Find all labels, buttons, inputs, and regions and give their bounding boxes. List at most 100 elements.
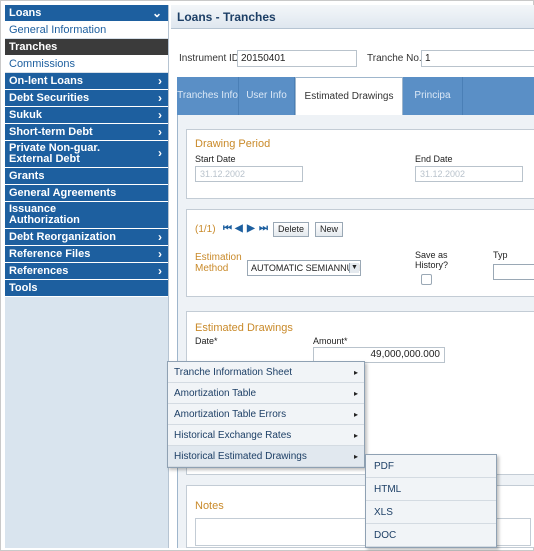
- notes-title: Notes: [195, 500, 224, 512]
- delete-button[interactable]: Delete: [273, 222, 310, 237]
- chevron-right-icon: ›: [158, 91, 162, 105]
- app-frame: Loans ⌄ General Information Tranches Comm…: [0, 0, 534, 551]
- export-doc[interactable]: DOC: [366, 524, 496, 547]
- chevron-right-icon: ›: [158, 108, 162, 122]
- instrument-id-label: Instrument ID: [179, 53, 240, 64]
- sidebar-item-short-term-debt[interactable]: Short-term Debt ›: [5, 124, 168, 141]
- prev-page-icon[interactable]: ◀: [235, 223, 243, 234]
- menu-item-historical-estimated-drawings[interactable]: Historical Estimated Drawings ▸: [168, 446, 364, 467]
- sidebar-item-label: Tranches: [9, 41, 58, 53]
- new-button[interactable]: New: [315, 222, 344, 237]
- sidebar-item-label: Issuance Authorization: [9, 203, 80, 226]
- sidebar-item-label: On-lent Loans: [9, 75, 83, 87]
- estimated-drawings-title: Estimated Drawings: [195, 322, 293, 334]
- menu-item-label: Historical Estimated Drawings: [174, 451, 307, 462]
- menu-item-historical-exchange-rates[interactable]: Historical Exchange Rates ▸: [168, 425, 364, 446]
- sidebar-item-label: Commissions: [9, 58, 76, 70]
- export-html[interactable]: HTML: [366, 478, 496, 501]
- instrument-id-field[interactable]: 20150401: [237, 50, 357, 67]
- amount-column-header: Amount*: [313, 336, 348, 346]
- sidebar-item-commissions[interactable]: Commissions: [5, 56, 168, 73]
- export-xls[interactable]: XLS: [366, 501, 496, 524]
- drawing-period-title: Drawing Period: [195, 138, 271, 150]
- tranche-no-field[interactable]: 1: [421, 50, 534, 67]
- sidebar-item-grants[interactable]: Grants: [5, 168, 168, 185]
- sidebar-item-label: General Agreements: [9, 187, 117, 199]
- start-date-label: Start Date: [195, 154, 236, 164]
- sidebar-item-label: Loans: [9, 7, 42, 19]
- sidebar-item-label: Debt Securities: [9, 92, 90, 104]
- menu-item-tranche-information-sheet[interactable]: Tranche Information Sheet ▸: [168, 362, 364, 383]
- chevron-right-icon: ›: [158, 247, 162, 261]
- chevron-right-icon: ›: [158, 125, 162, 139]
- date-column-header: Date*: [195, 336, 218, 346]
- sidebar-item-label: Reference Files: [9, 248, 91, 260]
- sidebar-item-private-non-guar[interactable]: Private Non-guar. External Debt ›: [5, 141, 168, 168]
- chevron-right-icon: ›: [158, 264, 162, 278]
- tab-estimated-drawings[interactable]: Estimated Drawings: [295, 77, 403, 115]
- sidebar-item-label: Debt Reorganization: [9, 231, 116, 243]
- menu-item-label: Amortization Table: [174, 388, 257, 399]
- tab-bar: Tranches Info User Info Estimated Drawin…: [177, 77, 534, 115]
- sidebar-item-debt-securities[interactable]: Debt Securities ›: [5, 90, 168, 107]
- sidebar-item-debt-reorganization[interactable]: Debt Reorganization ›: [5, 229, 168, 246]
- last-page-icon[interactable]: ⏭: [259, 223, 268, 234]
- sidebar-item-general-agreements[interactable]: General Agreements: [5, 185, 168, 202]
- menu-item-amortization-table-errors[interactable]: Amortization Table Errors ▸: [168, 404, 364, 425]
- tools-menu: Tranche Information Sheet ▸ Amortization …: [167, 361, 365, 468]
- sidebar-item-loans[interactable]: Loans ⌄: [5, 5, 168, 22]
- save-as-history-checkbox[interactable]: [421, 274, 432, 285]
- sidebar-item-label: Private Non-guar. External Debt: [9, 142, 101, 165]
- chevron-right-icon: ›: [158, 230, 162, 244]
- sidebar-item-sukuk[interactable]: Sukuk ›: [5, 107, 168, 124]
- submenu-arrow-icon: ▸: [353, 410, 358, 419]
- estimation-method-value: AUTOMATIC SEMIANNUAL: [251, 263, 361, 273]
- chevron-down-icon: ⌄: [151, 6, 162, 20]
- tab-principal[interactable]: Principa: [403, 77, 463, 115]
- sidebar-item-label: Tools: [9, 282, 38, 294]
- chevron-right-icon: ›: [158, 74, 162, 88]
- sidebar-item-general-information[interactable]: General Information: [5, 22, 168, 39]
- sidebar-item-label: Grants: [9, 170, 45, 182]
- sidebar-item-reference-files[interactable]: Reference Files ›: [5, 246, 168, 263]
- type-label: Typ: [493, 250, 508, 260]
- menu-item-label: Historical Exchange Rates: [174, 430, 292, 441]
- estimation-section: (1/1) ⏮ ◀ ▶ ⏭ Delete New Estimation Meth…: [186, 209, 534, 297]
- page-title: Loans - Tranches: [171, 5, 534, 29]
- submenu-arrow-icon: ▸: [353, 452, 358, 461]
- sidebar-item-on-lent-loans[interactable]: On-lent Loans ›: [5, 73, 168, 90]
- export-submenu: PDF HTML XLS DOC: [365, 454, 497, 548]
- end-date-label: End Date: [415, 154, 453, 164]
- sidebar: Loans ⌄ General Information Tranches Comm…: [5, 5, 169, 548]
- menu-item-label: Tranche Information Sheet: [174, 367, 293, 378]
- sidebar-item-tranches[interactable]: Tranches: [5, 39, 168, 56]
- sidebar-item-label: General Information: [9, 24, 107, 36]
- type-select[interactable]: [493, 264, 534, 280]
- drawing-period-section: Drawing Period Start Date 31.12.2002 End…: [186, 129, 534, 199]
- tab-tranches-info[interactable]: Tranches Info: [177, 77, 239, 115]
- pager-text: (1/1): [195, 224, 216, 235]
- end-date-field[interactable]: 31.12.2002: [415, 166, 523, 182]
- sidebar-item-issuance-authorization[interactable]: Issuance Authorization: [5, 202, 168, 229]
- menu-item-label: Amortization Table Errors: [174, 409, 287, 420]
- export-pdf[interactable]: PDF: [366, 455, 496, 478]
- chevron-right-icon: ›: [158, 146, 162, 160]
- start-date-field[interactable]: 31.12.2002: [195, 166, 303, 182]
- submenu-arrow-icon: ▸: [353, 431, 358, 440]
- next-page-icon[interactable]: ▶: [247, 223, 255, 234]
- identifier-row: Instrument ID 20150401 Tranche No. 1: [177, 49, 534, 69]
- submenu-arrow-icon: ▸: [353, 368, 358, 377]
- estimation-method-select[interactable]: AUTOMATIC SEMIANNUAL ▼: [247, 260, 361, 276]
- tab-user-info[interactable]: User Info: [239, 77, 295, 115]
- sidebar-item-label: References: [9, 265, 69, 277]
- sidebar-item-references[interactable]: References ›: [5, 263, 168, 280]
- tranche-no-label: Tranche No.: [367, 53, 422, 64]
- first-page-icon[interactable]: ⏮: [223, 223, 232, 234]
- menu-item-amortization-table[interactable]: Amortization Table ▸: [168, 383, 364, 404]
- sidebar-item-label: Short-term Debt: [9, 126, 93, 138]
- sidebar-item-tools[interactable]: Tools: [5, 280, 168, 297]
- chevron-down-icon: ▼: [349, 263, 359, 273]
- submenu-arrow-icon: ▸: [353, 389, 358, 398]
- estimation-method-label: Estimation Method: [195, 252, 242, 274]
- save-as-history-label: Save as History?: [415, 250, 449, 270]
